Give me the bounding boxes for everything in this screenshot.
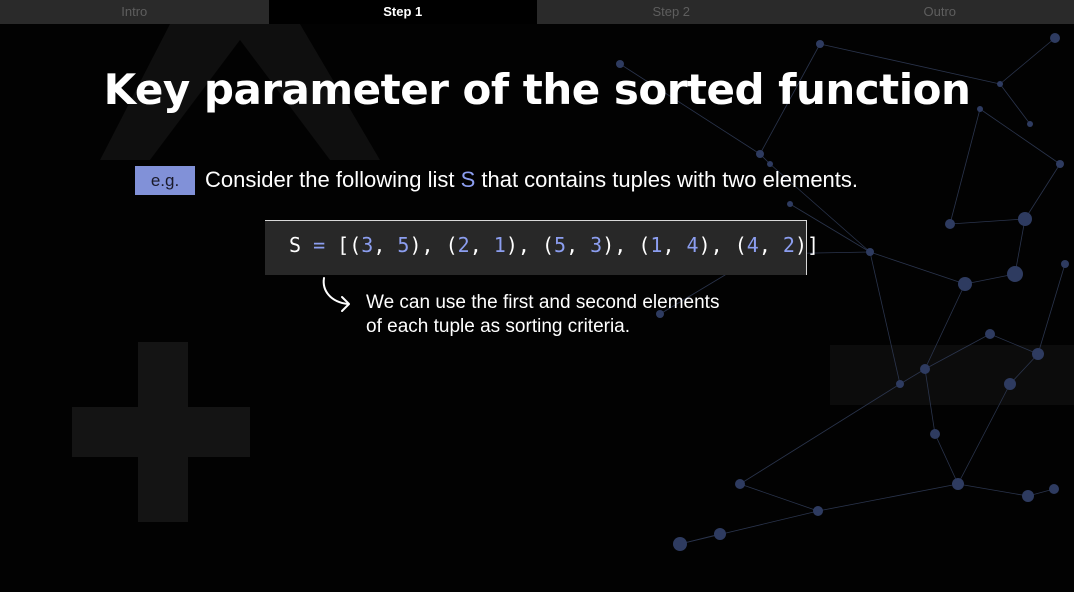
- code-tuple-first: 1: [650, 233, 663, 257]
- code-operator: =: [313, 233, 326, 257]
- code-tuple-open: (: [638, 233, 651, 257]
- code-separator: ,: [614, 233, 639, 257]
- code-comma: ,: [662, 233, 687, 257]
- slide-title: Key parameter of the sorted function: [103, 65, 971, 114]
- code-comma: ,: [373, 233, 398, 257]
- note-text: We can use the first and second elements…: [366, 291, 786, 339]
- example-suffix: that contains tuples with two elements.: [475, 167, 859, 192]
- code-tuple-close: ): [794, 233, 808, 257]
- bg-plus-horizontal: [72, 407, 250, 457]
- note-line-1: We can use the first and second elements: [366, 292, 720, 313]
- example-prefix: Consider the following list: [205, 167, 461, 192]
- code-tuple-second: 5: [397, 233, 410, 257]
- code-separator: ,: [517, 233, 542, 257]
- step-nav: Intro Step 1 Step 2 Outro: [0, 0, 1074, 24]
- code-tuple-first: 2: [457, 233, 470, 257]
- code-tuple-close: ): [505, 233, 518, 257]
- curved-arrow-icon: [322, 277, 350, 312]
- code-open-bracket: [: [325, 233, 350, 257]
- code-tuple-first: 4: [746, 233, 759, 257]
- tab-step-1[interactable]: Step 1: [268, 0, 537, 24]
- tab-outro[interactable]: Outro: [805, 0, 1074, 24]
- tab-step-2[interactable]: Step 2: [537, 0, 806, 24]
- code-comma: ,: [469, 233, 494, 257]
- code-block: S = [(3, 5), (2, 1), (5, 3), (1, 4), (4,…: [265, 220, 819, 275]
- code-tuple-open: (: [445, 233, 458, 257]
- example-description: Consider the following list S that conta…: [205, 167, 858, 193]
- code-tuple-close: ): [602, 233, 615, 257]
- code-tuple-first: 3: [361, 233, 374, 257]
- code-tuple-first: 5: [554, 233, 567, 257]
- tab-intro[interactable]: Intro: [0, 0, 269, 24]
- code-tuple-second: 3: [590, 233, 603, 257]
- code-comma: ,: [758, 233, 783, 257]
- code-tuple-second: 4: [686, 233, 699, 257]
- code-tuple-second: 1: [493, 233, 506, 257]
- code-comma: ,: [566, 233, 591, 257]
- code-separator: ,: [710, 233, 735, 257]
- code-var: S: [289, 233, 302, 257]
- code-tuple-second: 2: [782, 233, 795, 257]
- example-list-name: S: [460, 167, 476, 192]
- code-tuple-close: ): [409, 233, 422, 257]
- code-close-bracket: ]: [807, 233, 820, 257]
- code-tuple-close: ): [698, 233, 711, 257]
- example-badge: e.g.: [135, 165, 195, 195]
- slide-stage: Intro Step 1 Step 2 Outro Key parameter …: [0, 0, 1074, 592]
- code-line: S = [(3, 5), (2, 1), (5, 3), (1, 4), (4,…: [289, 233, 819, 257]
- code-tuple-open: (: [734, 233, 747, 257]
- code-separator: ,: [421, 233, 446, 257]
- example-row: e.g. Consider the following list S that …: [135, 165, 858, 195]
- code-tuple-open: (: [349, 233, 362, 257]
- code-tuple-open: (: [541, 233, 555, 257]
- note-line-2: of each tuple as sorting criteria.: [366, 316, 631, 337]
